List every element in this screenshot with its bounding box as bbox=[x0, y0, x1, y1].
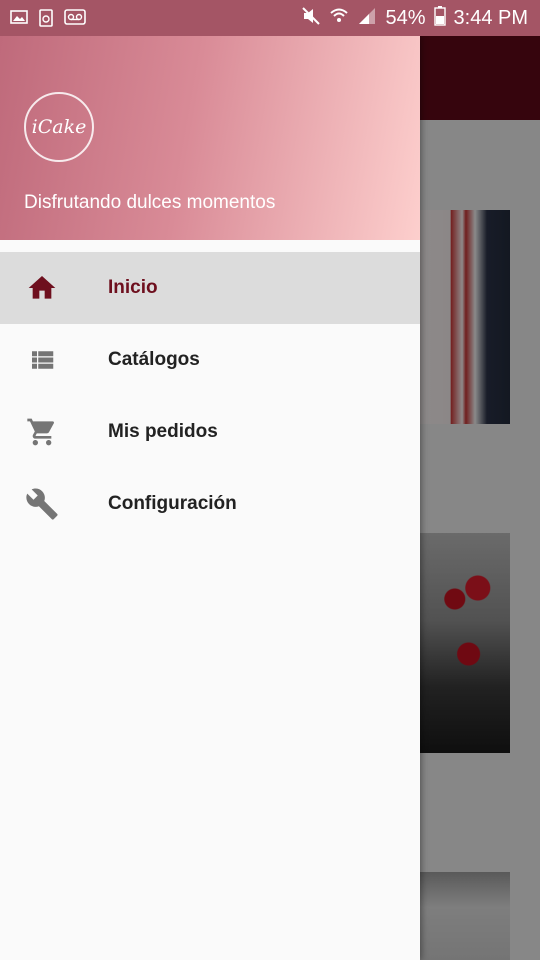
status-bar: 54% 3:44 PM bbox=[0, 0, 540, 36]
logo-text: iCake bbox=[31, 116, 87, 138]
menu-item-catalogos[interactable]: Catálogos bbox=[0, 324, 420, 396]
wrench-icon bbox=[24, 486, 60, 522]
mute-icon bbox=[301, 6, 321, 31]
wifi-icon bbox=[329, 6, 349, 31]
status-right-icons: 54% 3:44 PM bbox=[301, 0, 528, 36]
icake-logo: iCake bbox=[24, 92, 94, 162]
menu-label-configuracion: Configuración bbox=[108, 493, 237, 514]
battery-icon bbox=[433, 5, 446, 31]
home-icon bbox=[24, 270, 60, 306]
cart-icon bbox=[24, 414, 60, 450]
menu-item-mis-pedidos[interactable]: Mis pedidos bbox=[0, 396, 420, 468]
menu-item-configuracion[interactable]: Configuración bbox=[0, 468, 420, 540]
drawer-tagline: Disfrutando dulces momentos bbox=[24, 192, 276, 213]
battery-percent: 54% bbox=[385, 6, 426, 29]
signal-icon bbox=[357, 6, 377, 31]
drawer-header: iCake Disfrutando dulces momentos bbox=[0, 36, 420, 240]
recycle-icon bbox=[38, 8, 54, 33]
status-time: 3:44 PM bbox=[453, 6, 528, 29]
menu-label-mis-pedidos: Mis pedidos bbox=[108, 421, 218, 442]
menu-label-catalogos: Catálogos bbox=[108, 349, 200, 370]
status-left-icons bbox=[10, 8, 86, 33]
drawer-menu: Inicio Catálogos Mis pedidos Configuraci… bbox=[0, 252, 420, 540]
list-icon bbox=[24, 342, 60, 378]
menu-item-inicio[interactable]: Inicio bbox=[0, 252, 420, 324]
voicemail-icon bbox=[64, 8, 86, 33]
gallery-icon bbox=[10, 8, 28, 33]
menu-label-inicio: Inicio bbox=[108, 277, 158, 298]
navigation-drawer: iCake Disfrutando dulces momentos Inicio… bbox=[0, 36, 420, 960]
